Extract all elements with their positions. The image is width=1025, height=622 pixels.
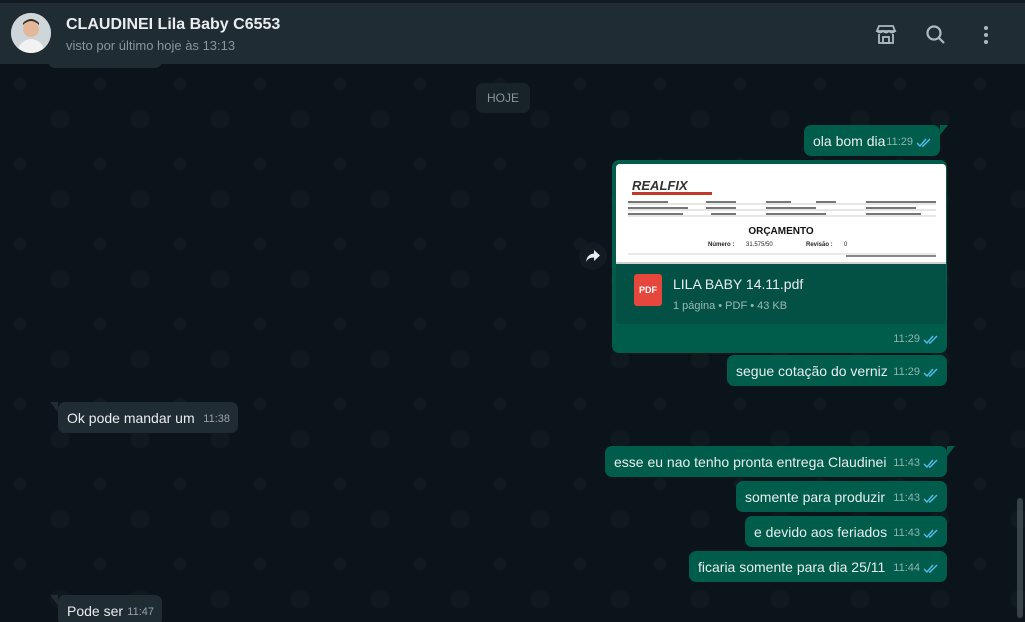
message-meta: 11:29 <box>886 132 932 152</box>
message-meta: 11:43 <box>893 488 939 508</box>
pdf-file-icon: PDF <box>634 274 662 306</box>
document-preview[interactable]: REALFIX ORÇAMENTO Número : 31.575/50 Rev… <box>616 164 946 264</box>
message-time: 11:29 <box>893 366 920 378</box>
message-time: 11:44 <box>893 562 920 574</box>
message-text: Pode ser <box>67 603 124 619</box>
read-ticks-icon <box>923 529 938 538</box>
document-file-name: LILA BABY 14.11.pdf <box>673 276 804 292</box>
bubble-tail <box>50 402 58 412</box>
message-meta: 11:29 <box>893 329 939 349</box>
bubble-tail <box>50 595 58 605</box>
document-file-details: 1 página • PDF • 43 KB <box>673 300 788 312</box>
message-text: ola bom dia <box>813 133 886 149</box>
read-ticks-icon <box>916 138 931 147</box>
message-text: e devido aos feriados <box>754 524 888 540</box>
document-number-label: Número : <box>708 242 734 248</box>
outgoing-message[interactable]: esse eu nao tenho pronta entrega Claudin… <box>605 446 955 477</box>
message-meta: 11:29 <box>893 362 939 382</box>
message-text: Ok pode mandar um <box>67 410 195 426</box>
contact-avatar[interactable] <box>11 13 51 53</box>
document-brand-logo: REALFIX <box>632 178 689 193</box>
outgoing-message[interactable]: e devido aos feriados 11:43 <box>745 516 947 547</box>
bubble-tail <box>947 446 955 456</box>
message-time: 11:29 <box>886 136 913 148</box>
outgoing-message[interactable]: ola bom dia 11:29 <box>804 125 948 156</box>
read-ticks-icon <box>923 335 938 344</box>
menu-icon[interactable] <box>974 23 998 47</box>
message-text: segue cotação do verniz <box>736 363 888 379</box>
read-ticks-icon <box>923 494 938 503</box>
chat-messages-area[interactable]: HOJE ola bom dia 11:29 REALFIX ORÇAMENTO… <box>0 64 1025 622</box>
contact-last-seen: visto por último hoje às 13:13 <box>66 38 236 53</box>
date-separator: HOJE <box>476 83 530 113</box>
chat-scrollbar[interactable] <box>1017 498 1023 618</box>
message-meta: 11:38 <box>203 409 230 429</box>
message-meta: 11:43 <box>893 523 939 543</box>
forward-icon[interactable] <box>579 242 607 270</box>
message-text: somente para produzir <box>745 489 886 505</box>
chat-header: CLAUDINEI Lila Baby C6553 visto por últi… <box>0 0 1025 64</box>
outgoing-document-message[interactable]: REALFIX ORÇAMENTO Número : 31.575/50 Rev… <box>612 160 947 353</box>
read-ticks-icon <box>923 368 938 377</box>
document-revision-label: Revisão : <box>806 242 833 248</box>
message-text: ficaria somente para dia 25/11 <box>698 559 886 575</box>
document-title: ORÇAMENTO <box>748 226 814 237</box>
previous-message-bubble <box>48 64 162 68</box>
message-time: 11:43 <box>893 527 920 539</box>
message-time: 11:38 <box>203 413 230 425</box>
read-ticks-icon <box>923 564 938 573</box>
message-time: 11:29 <box>893 333 920 345</box>
document-number: 31.575/50 <box>746 242 773 248</box>
read-ticks-icon <box>923 459 938 468</box>
message-meta: 11:47 <box>127 602 154 622</box>
outgoing-message[interactable]: somente para produzir 11:43 <box>736 481 947 512</box>
catalog-icon[interactable] <box>874 23 898 47</box>
bubble-tail <box>940 125 948 135</box>
message-time: 11:43 <box>893 457 920 469</box>
contact-name[interactable]: CLAUDINEI Lila Baby C6553 <box>66 16 280 34</box>
search-icon[interactable] <box>924 23 948 47</box>
document-info[interactable]: PDF LILA BABY 14.11.pdf 1 página • PDF •… <box>616 264 946 324</box>
message-text: esse eu nao tenho pronta entrega Claudin… <box>614 454 887 470</box>
outgoing-message[interactable]: segue cotação do verniz 11:29 <box>727 355 947 386</box>
message-time: 11:47 <box>127 606 154 618</box>
message-time: 11:43 <box>893 492 920 504</box>
message-meta: 11:43 <box>893 453 939 473</box>
outgoing-message[interactable]: ficaria somente para dia 25/11 11:44 <box>689 551 947 582</box>
incoming-message[interactable]: Ok pode mandar um 11:38 <box>50 402 238 433</box>
message-meta: 11:44 <box>893 558 939 578</box>
incoming-message[interactable]: Pode ser 11:47 <box>50 595 162 622</box>
